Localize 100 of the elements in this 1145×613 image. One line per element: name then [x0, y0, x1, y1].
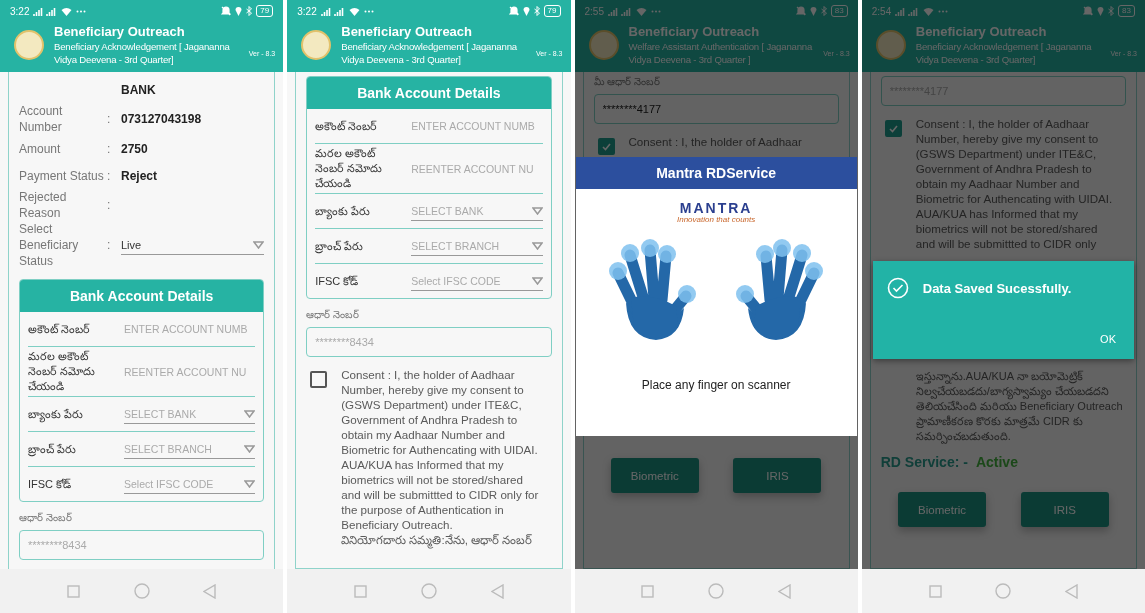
status-dropdown[interactable]: Live: [121, 235, 265, 255]
field-label: ఆధార్ నెంబర్: [19, 512, 73, 525]
colon: :: [107, 198, 112, 212]
check-circle-icon: [886, 277, 909, 299]
square-icon[interactable]: [66, 584, 80, 598]
dropdown-field[interactable]: Select IFSC CODE: [124, 474, 256, 494]
location-icon: [235, 6, 243, 16]
action-button[interactable]: Biometric: [898, 492, 987, 527]
field-label: అకౌంట్ నెంబర్: [315, 118, 379, 134]
bluetooth-icon: [533, 6, 540, 16]
square-icon[interactable]: [354, 584, 368, 598]
dropdown-field[interactable]: SELECT BANK: [124, 404, 256, 424]
bluetooth-icon: [246, 6, 253, 16]
consent-text: వినియోగదారు సమ్మతి:నేను, ఆధార్ నంబర్: [341, 532, 546, 547]
field-value: 073127043198: [121, 112, 203, 126]
rd-service-status: Active: [975, 454, 1018, 470]
back-icon[interactable]: [490, 583, 504, 599]
bell-off-icon: [221, 6, 232, 16]
more-icon: [363, 9, 374, 13]
dialog-message: Data Saved Sucessfully.: [922, 280, 1072, 296]
signal-icon: [320, 6, 345, 16]
input-field[interactable]: ENTER ACCOUNT NUMB: [124, 323, 256, 335]
signal-icon: [607, 6, 632, 16]
field-label: IFSC కోడ్: [28, 476, 73, 492]
app-title: Beneficiary Outreach: [54, 24, 186, 40]
input-field[interactable]: REENTER ACCOUNT NU: [124, 365, 256, 378]
consent-checkbox[interactable]: [597, 138, 615, 155]
back-icon[interactable]: [777, 583, 791, 599]
aadhaar-input[interactable]: ********8434: [19, 530, 265, 560]
bluetooth-icon: [1108, 6, 1115, 16]
field-label: బ్రాంచ్ పేరు: [28, 441, 78, 457]
home-icon[interactable]: [995, 583, 1012, 599]
field-value: 2750: [121, 141, 149, 156]
field-label: ఆధార్ నెంబర్: [306, 309, 361, 322]
colon: :: [107, 238, 112, 252]
home-icon[interactable]: [133, 583, 150, 599]
rd-service-label: RD Service: -: [880, 454, 968, 470]
home-icon[interactable]: [708, 583, 725, 599]
dropdown-field[interactable]: SELECT BRANCH: [124, 439, 256, 459]
location-icon: [522, 6, 530, 16]
input-field[interactable]: REENTER ACCOUNT NU: [411, 162, 543, 175]
emblem-icon: [301, 30, 332, 60]
dialog-message: Place any finger on scanner: [641, 378, 791, 392]
consent-text: Consent : I, the holder of Aadhaar Number, hereby give my consent to (GSWS Department) under ITE&C, Government of Andhra Pradesh to obtain my Aadhaar Number and Biometric for Authencating with UIDAI. AUA/KUA has Informed that my biometrics will not be stored/shared and will be submittted to CIDR only for the purpose of Authentication in Beneficiary Outreach.: [341, 367, 540, 532]
dialog-title: Mantra RDService: [575, 157, 857, 189]
dropdown-icon: [531, 241, 543, 250]
back-icon[interactable]: [1065, 583, 1079, 599]
bell-off-icon: [795, 6, 806, 16]
square-icon[interactable]: [641, 584, 655, 598]
checkmark-icon: [601, 142, 611, 151]
aadhaar-input[interactable]: ********8434: [306, 327, 552, 357]
field-label: మరల అకౌంట్ నెంబర్ నమోదు చేయండి: [315, 146, 384, 191]
dropdown-icon: [244, 444, 256, 453]
clock: 3:22: [10, 5, 30, 17]
logo-tagline: Innovation that counts: [677, 215, 756, 224]
location-icon: [1097, 6, 1105, 16]
dropdown-icon: [244, 409, 256, 418]
action-button[interactable]: Biometric: [610, 458, 699, 493]
field-label: IFSC కోడ్: [315, 273, 360, 289]
square-icon[interactable]: [928, 584, 942, 598]
wifi-icon: [635, 6, 647, 16]
more-icon: [938, 9, 949, 13]
home-icon[interactable]: [420, 583, 437, 599]
app-subtitle: Beneficiary Acknowledgement [ Jagananna Vidya Deevena - 3rd Quarter]: [915, 40, 1093, 66]
dropdown-field[interactable]: SELECT BANK: [411, 201, 543, 221]
field-label: Payment Status: [19, 167, 105, 184]
back-icon[interactable]: [203, 583, 217, 599]
dropdown-icon: [244, 479, 256, 488]
wifi-icon: [61, 6, 73, 16]
more-icon: [650, 9, 661, 13]
signal-icon: [33, 6, 58, 16]
wifi-icon: [348, 6, 360, 16]
field-label: బ్యాంకు పేరు: [315, 203, 400, 219]
dropdown-icon: [531, 206, 543, 215]
field-value: BANK: [121, 82, 157, 97]
field-label: బ్రాంచ్ పేరు: [315, 238, 365, 254]
field-label: Rejected Reason: [19, 189, 68, 221]
action-button[interactable]: IRIS: [733, 458, 822, 493]
wifi-icon: [923, 6, 935, 16]
app-subtitle: Beneficiary Acknowledgement [ Jagananna Vidya Deevena - 3rd Quarter]: [54, 40, 231, 66]
dropdown-icon: [253, 240, 265, 249]
aadhaar-input[interactable]: ********4177: [593, 94, 839, 124]
app-title: Beneficiary Outreach: [915, 24, 1048, 40]
colon: :: [107, 141, 112, 156]
app-title: Beneficiary Outreach: [341, 24, 474, 40]
clock: 2:55: [584, 5, 604, 17]
consent-checkbox[interactable]: [884, 120, 902, 137]
field-label: Account Number: [19, 103, 64, 135]
bluetooth-icon: [820, 6, 827, 16]
colon: :: [107, 168, 112, 183]
dropdown-field[interactable]: SELECT BRANCH: [411, 236, 543, 256]
checkmark-icon: [888, 124, 898, 133]
colon: :: [107, 112, 112, 126]
input-field[interactable]: ENTER ACCOUNT NUMB: [411, 120, 543, 132]
app-subtitle: Beneficiary Acknowledgement [ Jagananna Vidya Deevena - 3rd Quarter]: [341, 40, 518, 66]
dropdown-field[interactable]: Select IFSC CODE: [411, 271, 543, 291]
action-button[interactable]: IRIS: [1020, 492, 1109, 527]
field-label: Amount: [19, 140, 62, 157]
ok-button[interactable]: OK: [1096, 331, 1120, 347]
consent-checkbox[interactable]: [310, 371, 328, 388]
